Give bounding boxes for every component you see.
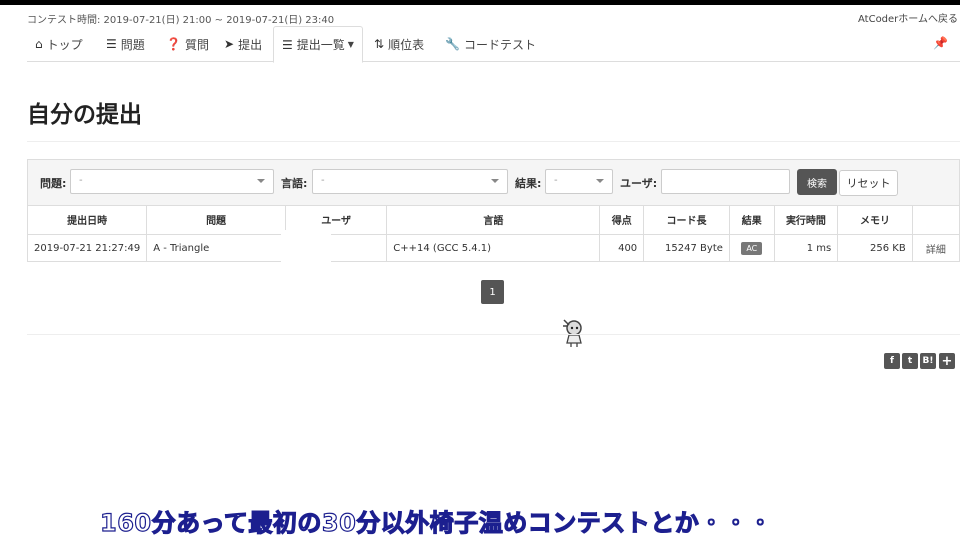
pin-icon[interactable]: 📌 <box>933 36 948 50</box>
table-header-row: 提出日時 問題 ユーザ 言語 得点 コード長 結果 実行時間 メモリ <box>28 206 959 235</box>
twitter-share-icon[interactable]: t <box>902 353 918 369</box>
pagination-page[interactable]: 1 <box>481 280 504 304</box>
plus-share-icon[interactable]: + <box>939 353 955 369</box>
tab-top[interactable]: ⌂ トップ <box>35 26 83 62</box>
contest-time: コンテスト時間: 2019-07-21(日) 21:00 ~ 2019-07-2… <box>27 15 335 26</box>
language-filter-select[interactable]: - <box>312 169 508 194</box>
reset-button[interactable]: リセット <box>839 170 898 196</box>
col-submitted-at[interactable]: 提出日時 <box>28 206 148 235</box>
tab-questions[interactable]: ❓ 質問 <box>166 26 209 62</box>
cell-exec-time: 1 ms <box>774 234 839 262</box>
col-exec-time[interactable]: 実行時間 <box>774 206 839 235</box>
language-filter-label: 言語: <box>281 177 308 190</box>
chevron-down-icon <box>596 179 604 183</box>
list-icon: ☰ <box>106 37 117 51</box>
tab-submit-label: 提出 <box>238 37 263 52</box>
table-row: 2019-07-21 21:27:49 A - Triangle C++14 (… <box>28 234 959 262</box>
status-badge: AC <box>741 241 763 255</box>
page-title: 自分の提出 <box>27 102 142 128</box>
list-icon: ☰ <box>282 37 293 52</box>
tab-code-test-label: コードテスト <box>463 37 536 52</box>
result-filter-value: - <box>554 175 558 186</box>
result-filter-label: 結果: <box>515 177 542 190</box>
tab-questions-label: 質問 <box>184 37 209 52</box>
problem-filter-label: 問題: <box>40 177 67 190</box>
chevron-down-icon <box>257 179 265 183</box>
tab-standings[interactable]: ⇅ 順位表 <box>374 26 424 62</box>
cell-submitted-at: 2019-07-21 21:27:49 <box>28 234 148 262</box>
col-detail <box>912 206 959 235</box>
home-icon: ⌂ <box>35 37 43 51</box>
content-divider <box>27 334 960 335</box>
mascot-sprite <box>563 319 582 347</box>
col-language[interactable]: 言語 <box>386 206 601 235</box>
caret-down-icon: ▼ <box>347 40 354 49</box>
chevron-down-icon <box>491 179 499 183</box>
tab-code-test[interactable]: 🔧 コードテスト <box>445 26 536 62</box>
video-caption: 160分あって最初の30分以外椅子温めコンテストとか・・・ <box>99 508 773 537</box>
submissions-table: 提出日時 問題 ユーザ 言語 得点 コード長 結果 実行時間 メモリ 2019-… <box>28 206 959 262</box>
user-filter-label: ユーザ: <box>620 177 658 190</box>
tab-top-label: トップ <box>46 37 83 52</box>
user-redaction <box>281 230 331 278</box>
tab-submit[interactable]: ➤ 提出 <box>224 26 262 62</box>
cell-score: 400 <box>599 234 645 262</box>
col-result[interactable]: 結果 <box>729 206 775 235</box>
facebook-share-icon[interactable]: f <box>884 353 900 369</box>
title-divider <box>27 141 960 142</box>
problem-filter-select[interactable]: - <box>70 169 274 194</box>
tab-submissions-label: 提出一覧 <box>296 38 345 52</box>
tab-submissions[interactable]: ☰ 提出一覧 ▼ <box>273 26 363 63</box>
top-black-bar <box>0 0 960 5</box>
sort-icon: ⇅ <box>374 37 385 51</box>
col-memory[interactable]: メモリ <box>837 206 913 235</box>
cell-code-length: 15247 Byte <box>643 234 730 262</box>
user-filter-input[interactable] <box>661 169 790 194</box>
detail-link[interactable]: 詳細 <box>912 234 959 262</box>
tab-tasks[interactable]: ☰ 問題 <box>106 26 145 62</box>
hatena-bookmark-icon[interactable]: B! <box>920 353 936 369</box>
col-score[interactable]: 得点 <box>599 206 645 235</box>
filter-bar: 問題: - 言語: - 結果: - ユーザ: 検索 リセット <box>28 160 959 206</box>
col-problem[interactable]: 問題 <box>146 206 286 235</box>
language-filter-value: - <box>321 175 325 186</box>
home-link[interactable]: AtCoderホームへ戻る <box>858 10 958 25</box>
contest-nav: ⌂ トップ ☰ 問題 ❓ 質問 ➤ 提出 ☰ 提出一覧 ▼ ⇅ 順位表 🔧 コー… <box>27 26 960 63</box>
send-icon: ➤ <box>224 37 235 51</box>
submissions-panel: 問題: - 言語: - 結果: - ユーザ: 検索 リセット 提出日時 問題 ユ… <box>27 159 960 262</box>
result-filter-select[interactable]: - <box>545 169 613 194</box>
search-button[interactable]: 検索 <box>797 169 837 195</box>
problem-filter-value: - <box>79 175 83 186</box>
cell-result: AC <box>729 234 775 262</box>
col-code-length[interactable]: コード長 <box>643 206 730 235</box>
tab-tasks-label: 問題 <box>120 37 145 52</box>
wrench-icon: 🔧 <box>445 37 460 51</box>
cell-memory: 256 KB <box>837 234 913 262</box>
cell-problem[interactable]: A - Triangle <box>146 234 286 262</box>
tab-standings-label: 順位表 <box>388 37 425 52</box>
cell-language: C++14 (GCC 5.4.1) <box>386 234 601 262</box>
question-icon: ❓ <box>166 37 181 51</box>
